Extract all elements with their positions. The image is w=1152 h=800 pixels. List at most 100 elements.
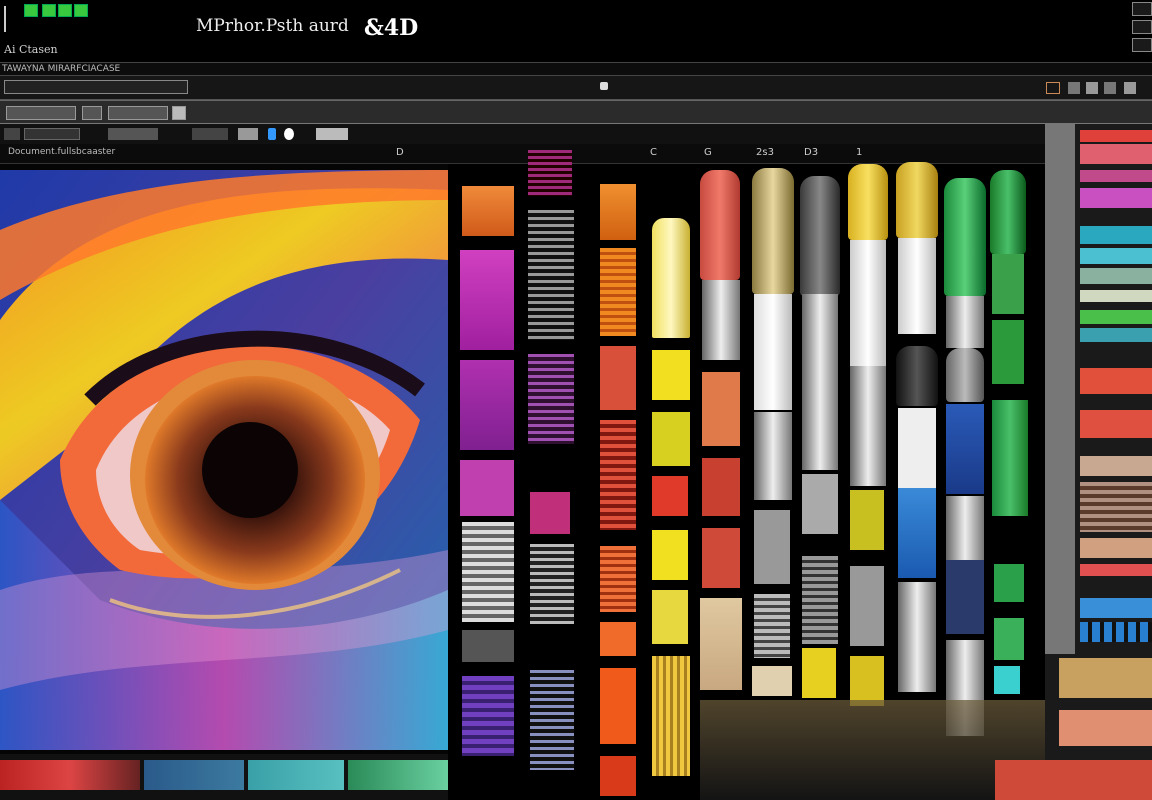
layer-row[interactable] bbox=[1080, 564, 1152, 576]
paint-brush-icon[interactable] bbox=[700, 170, 740, 280]
swatch[interactable] bbox=[652, 476, 688, 516]
swatch[interactable] bbox=[652, 590, 688, 644]
tool-icon[interactable] bbox=[238, 128, 258, 140]
layer-row[interactable] bbox=[1080, 248, 1152, 264]
swatch[interactable] bbox=[600, 248, 636, 336]
tool-field[interactable] bbox=[24, 128, 80, 140]
layer-row[interactable] bbox=[1080, 144, 1152, 164]
swatch[interactable] bbox=[946, 404, 984, 494]
close-icon[interactable] bbox=[1132, 2, 1152, 16]
layer-row[interactable] bbox=[1080, 622, 1152, 642]
layer-row[interactable] bbox=[1080, 598, 1152, 618]
swatch[interactable] bbox=[652, 218, 690, 338]
swatch[interactable] bbox=[992, 320, 1024, 384]
layer-row[interactable] bbox=[1059, 710, 1152, 746]
swatch[interactable] bbox=[460, 360, 514, 450]
swatch[interactable] bbox=[600, 546, 636, 612]
tool-button[interactable] bbox=[82, 106, 102, 120]
paint-brush-icon[interactable] bbox=[800, 176, 840, 296]
swatch[interactable] bbox=[248, 760, 344, 790]
swatch[interactable] bbox=[652, 412, 690, 466]
paint-brush-icon[interactable] bbox=[990, 170, 1026, 254]
minimize-icon[interactable] bbox=[1132, 38, 1152, 52]
swatch[interactable] bbox=[530, 492, 570, 534]
paint-brush-icon[interactable] bbox=[848, 164, 888, 240]
paint-brush-icon[interactable] bbox=[944, 178, 986, 296]
swatch[interactable] bbox=[754, 510, 790, 584]
layer-row[interactable] bbox=[995, 760, 1152, 800]
swatch[interactable] bbox=[600, 668, 636, 744]
green-square-icon[interactable] bbox=[24, 4, 38, 17]
tool-field[interactable] bbox=[316, 128, 348, 140]
swatch[interactable] bbox=[0, 760, 140, 790]
swatch[interactable] bbox=[994, 564, 1024, 602]
panel-icon[interactable] bbox=[1104, 82, 1116, 94]
options-icon[interactable] bbox=[600, 82, 608, 90]
layer-row[interactable] bbox=[1080, 410, 1152, 438]
tool-field[interactable] bbox=[192, 128, 228, 140]
tool-button[interactable] bbox=[108, 106, 168, 120]
maximize-icon[interactable] bbox=[1132, 20, 1152, 34]
swatch[interactable] bbox=[850, 656, 884, 706]
panel-icon[interactable] bbox=[1068, 82, 1080, 94]
swatch[interactable] bbox=[462, 186, 514, 236]
panel-icon[interactable] bbox=[1086, 82, 1098, 94]
swatch[interactable] bbox=[752, 666, 792, 696]
swatch[interactable] bbox=[600, 346, 636, 410]
swatch[interactable] bbox=[802, 648, 836, 698]
paint-brush-icon[interactable] bbox=[896, 162, 938, 238]
tool-icon[interactable] bbox=[4, 128, 20, 140]
layer-row[interactable] bbox=[1080, 456, 1152, 476]
swatch[interactable] bbox=[754, 594, 790, 658]
swatch[interactable] bbox=[528, 150, 572, 196]
swatch[interactable] bbox=[850, 566, 884, 646]
color-icon[interactable] bbox=[284, 128, 294, 140]
green-square-icon[interactable] bbox=[74, 4, 88, 17]
swatch[interactable] bbox=[994, 618, 1024, 660]
panel-icon[interactable] bbox=[1124, 82, 1136, 94]
layer-row[interactable] bbox=[1080, 328, 1152, 342]
swatch[interactable] bbox=[530, 670, 574, 770]
options-field[interactable] bbox=[4, 80, 188, 94]
swatch[interactable] bbox=[528, 354, 574, 444]
tool-button[interactable] bbox=[172, 106, 186, 120]
swatch[interactable] bbox=[460, 460, 514, 516]
swatch[interactable] bbox=[144, 760, 244, 790]
swatch[interactable] bbox=[460, 250, 514, 350]
layer-row[interactable] bbox=[1080, 268, 1152, 284]
layer-row[interactable] bbox=[1080, 170, 1152, 182]
swatch[interactable] bbox=[652, 530, 688, 580]
swatch[interactable] bbox=[652, 350, 690, 400]
swatch[interactable] bbox=[850, 490, 884, 550]
swatch[interactable] bbox=[702, 458, 740, 516]
layer-row[interactable] bbox=[1059, 658, 1152, 698]
swatch[interactable] bbox=[462, 630, 514, 662]
swatch[interactable] bbox=[898, 488, 936, 578]
swatch[interactable] bbox=[348, 760, 448, 790]
layer-row[interactable] bbox=[1080, 188, 1152, 208]
swatch[interactable] bbox=[994, 666, 1020, 694]
swatch[interactable] bbox=[600, 184, 636, 240]
document-tab[interactable]: Document.fullsbcaaster bbox=[8, 147, 115, 157]
menu-items[interactable]: TAWAYNA MIRARFCIACASE bbox=[2, 64, 120, 74]
canvas-artwork[interactable] bbox=[0, 170, 448, 750]
layer-row[interactable] bbox=[1080, 482, 1152, 532]
swatch[interactable] bbox=[802, 556, 838, 644]
paint-brush-icon[interactable] bbox=[752, 168, 794, 294]
swatch[interactable] bbox=[946, 560, 984, 634]
layer-row[interactable] bbox=[1080, 130, 1152, 142]
paint-brush-icon[interactable] bbox=[896, 346, 938, 406]
green-square-icon[interactable] bbox=[58, 4, 72, 17]
swatch[interactable] bbox=[992, 400, 1028, 516]
paint-brush-icon[interactable] bbox=[946, 348, 984, 402]
swatch[interactable] bbox=[702, 372, 740, 446]
swatch[interactable] bbox=[462, 522, 514, 622]
swatch[interactable] bbox=[802, 474, 838, 534]
layer-row[interactable] bbox=[1080, 290, 1152, 302]
layer-row[interactable] bbox=[1080, 226, 1152, 244]
swatch[interactable] bbox=[462, 676, 514, 756]
swatch[interactable] bbox=[600, 756, 636, 796]
tool-button[interactable] bbox=[6, 106, 76, 120]
layer-row[interactable] bbox=[1080, 538, 1152, 558]
swatch[interactable] bbox=[530, 544, 574, 624]
